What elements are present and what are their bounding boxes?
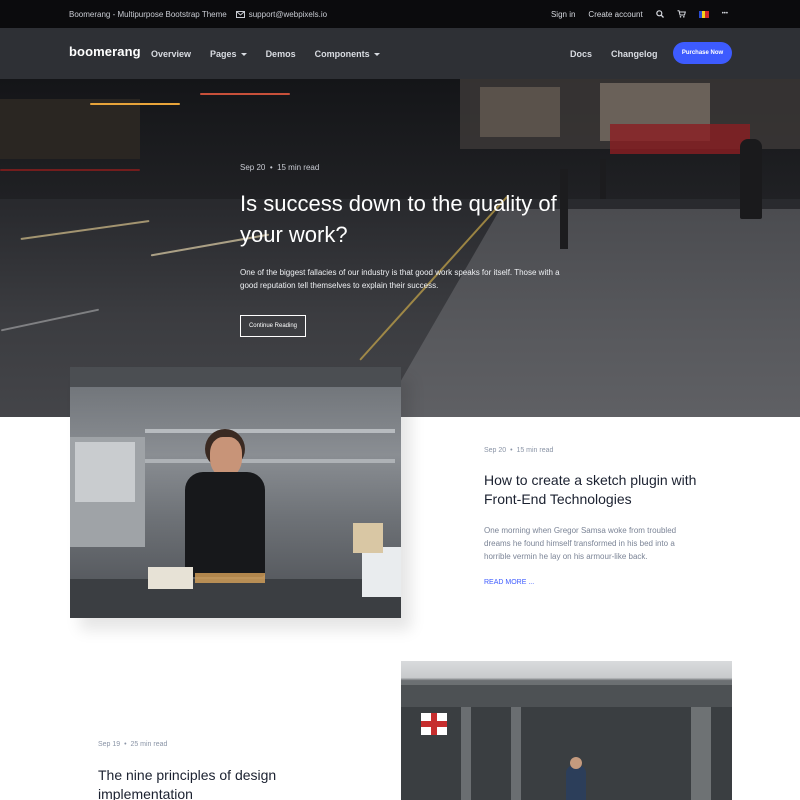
post-title[interactable]: The nine principles of design implementa… — [98, 766, 318, 800]
support-email-link[interactable]: support@webpixels.io — [235, 9, 328, 19]
hero-meta: Sep 20 • 15 min read — [240, 163, 319, 172]
chevron-down-icon — [240, 52, 247, 56]
nav-item-overview[interactable]: Overview — [151, 49, 191, 59]
nav-item-label: Overview — [151, 48, 192, 59]
post-image-chef[interactable] — [70, 367, 401, 618]
post-meta: Sep 19 • 25 min read — [98, 741, 167, 748]
main-menu: Overview Pages Demos Components — [151, 28, 380, 79]
flag-icon[interactable] — [698, 10, 709, 18]
support-email: support@webpixels.io — [248, 9, 328, 19]
post-meta: Sep 20 • 15 min read — [484, 447, 553, 454]
post-date: Sep 19 — [98, 741, 121, 748]
nav-item-docs[interactable]: Docs — [570, 49, 592, 59]
post-read-time: 15 min read — [516, 447, 554, 454]
hero-read-time: 15 min read — [277, 163, 320, 172]
hero-title[interactable]: Is success down to the quality of your w… — [240, 188, 580, 250]
post-excerpt: One morning when Gregor Samsa woke from … — [484, 526, 677, 561]
hero-excerpt: One of the biggest fallacies of our indu… — [240, 268, 560, 290]
mail-icon — [235, 10, 245, 18]
nav-item-label: Components — [314, 48, 370, 59]
signin-link[interactable]: Sign in — [551, 10, 575, 19]
meta-separator: • — [267, 163, 278, 172]
create-account-link[interactable]: Create account — [588, 10, 642, 19]
secondary-menu: Docs Changelog — [570, 28, 658, 79]
post-date: Sep 20 — [484, 447, 507, 454]
nav-item-pages[interactable]: Pages — [210, 49, 247, 59]
nav-item-components[interactable]: Components — [315, 49, 380, 59]
nav-item-label: Pages — [210, 48, 237, 59]
read-more-link[interactable]: READ MORE ... — [484, 579, 534, 586]
nav-item-label: Demos — [265, 48, 296, 59]
nav-item-demos[interactable]: Demos — [266, 49, 296, 59]
search-icon[interactable] — [655, 10, 664, 18]
main-navbar: boomerang Overview Pages Demos Component… — [0, 28, 800, 79]
nav-item-changelog[interactable]: Changelog — [611, 49, 658, 59]
chevron-down-icon — [373, 52, 380, 56]
top-bar-right: Sign in Create account ••• — [551, 0, 728, 28]
more-menu[interactable]: ••• — [722, 11, 728, 17]
post-image-building[interactable] — [401, 661, 732, 800]
continue-reading-button[interactable]: Continue Reading — [240, 315, 306, 337]
cart-icon[interactable] — [677, 10, 686, 18]
post-title[interactable]: How to create a sketch plugin with Front… — [484, 471, 714, 509]
brand-logo[interactable]: boomerang — [69, 44, 141, 59]
site-tagline: Boomerang - Multipurpose Bootstrap Theme — [69, 9, 227, 19]
post-read-time: 25 min read — [130, 741, 168, 748]
hero-date: Sep 20 — [240, 163, 266, 172]
top-bar: Boomerang - Multipurpose Bootstrap Theme… — [0, 0, 800, 28]
top-bar-left: Boomerang - Multipurpose Bootstrap Theme… — [69, 0, 327, 28]
purchase-now-button[interactable]: Purchase Now — [673, 42, 732, 64]
